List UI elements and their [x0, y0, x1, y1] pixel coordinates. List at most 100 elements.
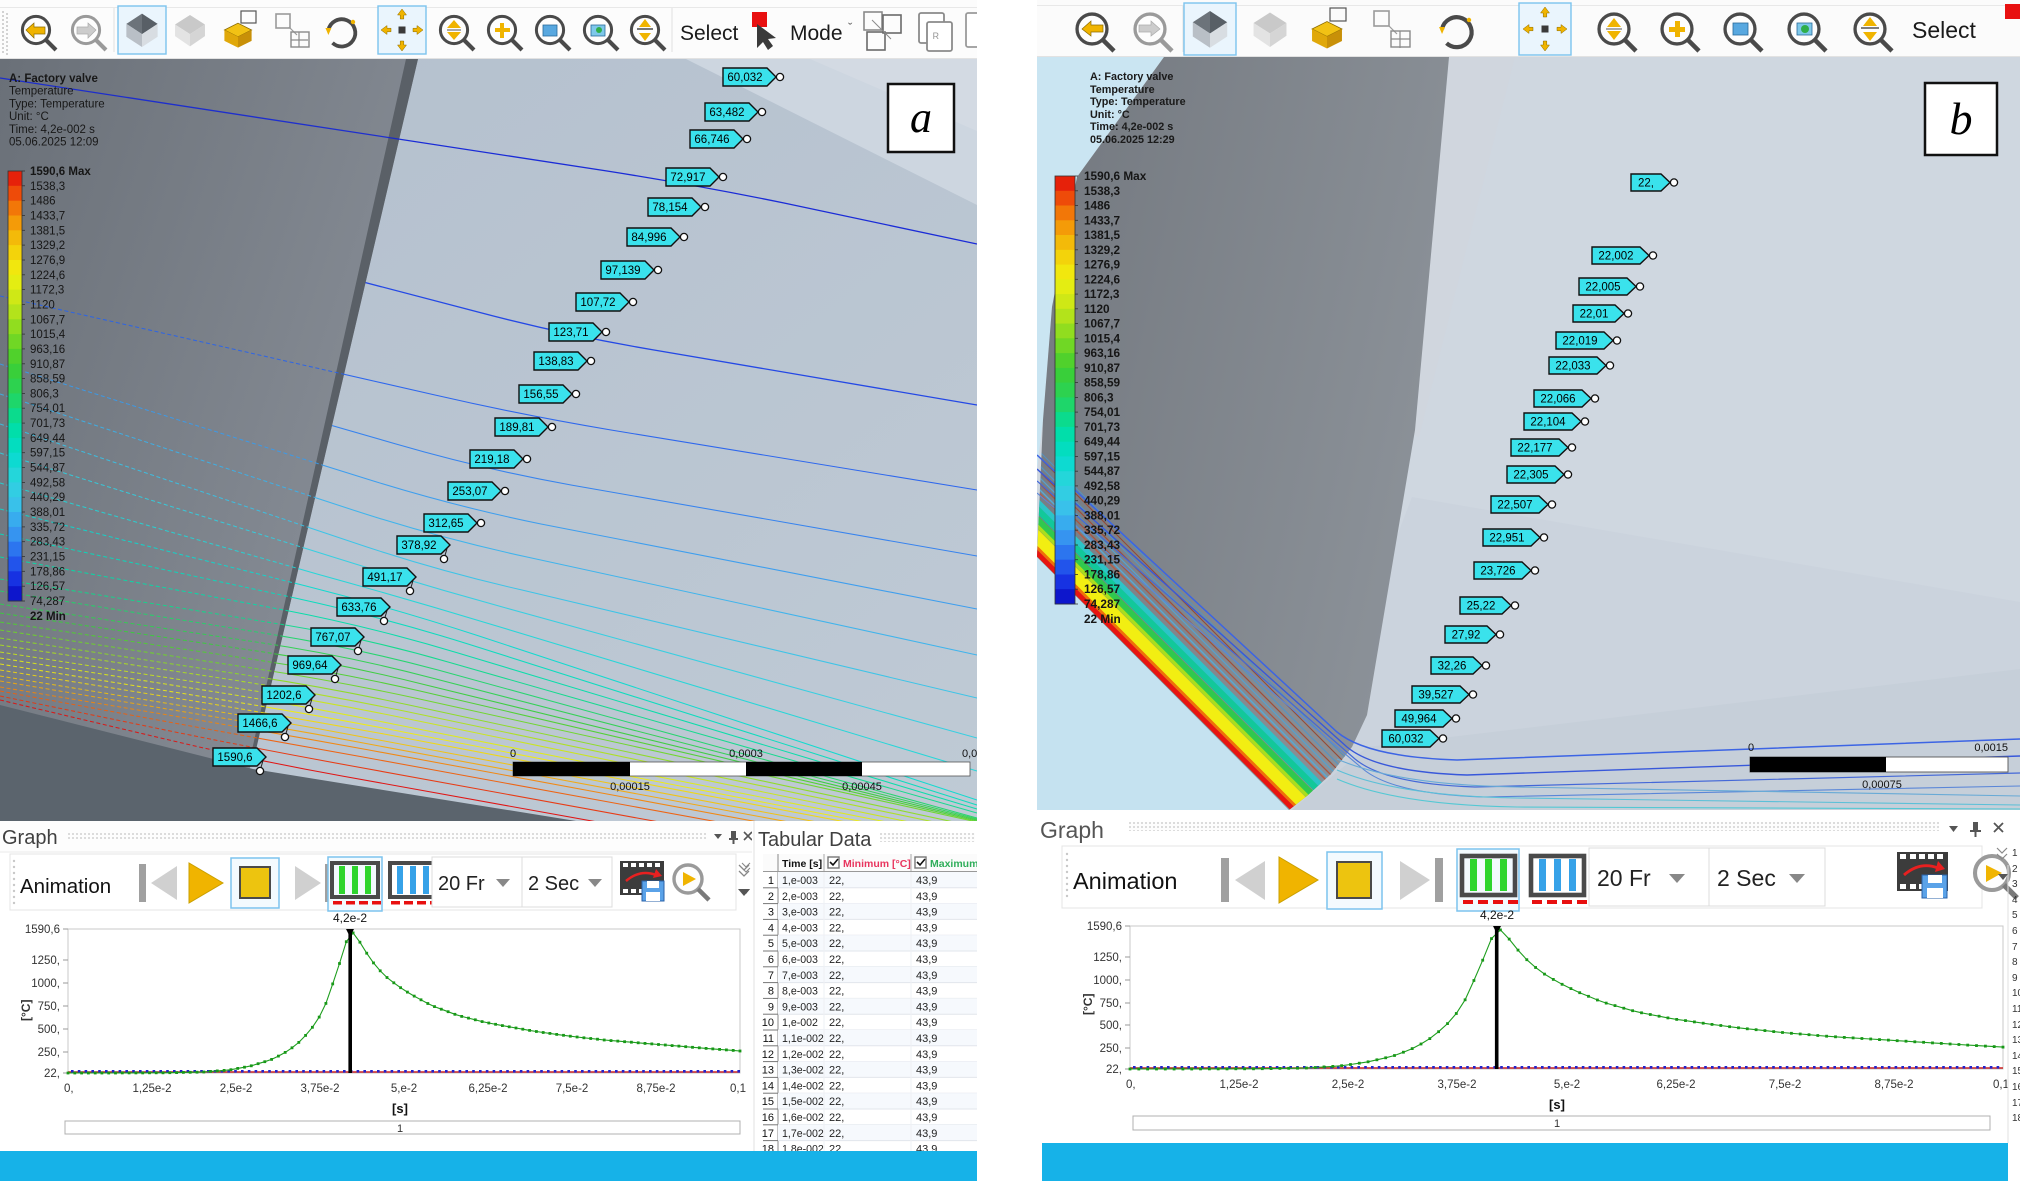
svg-text:544,87: 544,87: [1084, 464, 1121, 478]
svg-text:43,9: 43,9: [916, 1080, 937, 1092]
svg-text:22,507: 22,507: [1497, 500, 1532, 512]
svg-text:4,2e-2: 4,2e-2: [1480, 908, 1514, 922]
svg-text:8,75e-2: 8,75e-2: [636, 1083, 675, 1095]
svg-text:13: 13: [2012, 1035, 2020, 1046]
svg-text:22,002: 22,002: [1598, 251, 1633, 263]
svg-text:72,917: 72,917: [670, 172, 705, 184]
svg-text:2: 2: [2012, 864, 2018, 875]
svg-text:2 Sec: 2 Sec: [1717, 865, 1776, 891]
svg-text:1329,2: 1329,2: [30, 240, 65, 252]
svg-text:1172,3: 1172,3: [30, 285, 64, 297]
svg-text:0: 0: [1748, 742, 1754, 754]
svg-text:1276,9: 1276,9: [30, 255, 65, 267]
svg-text:32,26: 32,26: [1438, 661, 1467, 673]
svg-text:15: 15: [762, 1096, 774, 1108]
svg-text:1000,: 1000,: [1093, 975, 1122, 987]
svg-text:1486: 1486: [1084, 199, 1111, 213]
svg-text:60,032: 60,032: [1388, 734, 1423, 746]
svg-text:43,9: 43,9: [916, 954, 937, 966]
svg-text:1224,6: 1224,6: [30, 270, 65, 282]
svg-text:910,87: 910,87: [1084, 361, 1121, 375]
svg-text:22,: 22,: [829, 1017, 844, 1029]
svg-text:597,15: 597,15: [30, 448, 65, 460]
svg-text:0,0: 0,0: [962, 748, 977, 760]
svg-text:Graph: Graph: [1040, 817, 1104, 843]
svg-text:1: 1: [397, 1123, 403, 1135]
svg-text:Select: Select: [1912, 17, 1977, 43]
svg-text:126,57: 126,57: [30, 581, 65, 593]
svg-text:11: 11: [2012, 1004, 2020, 1015]
svg-text:219,18: 219,18: [474, 454, 509, 466]
svg-text:Type: Temperature: Type: Temperature: [9, 98, 105, 110]
svg-text:0,00075: 0,00075: [1862, 779, 1902, 791]
svg-text:22,951: 22,951: [1489, 533, 1524, 545]
svg-text:78,154: 78,154: [652, 202, 688, 214]
svg-text:43,9: 43,9: [916, 1065, 937, 1077]
svg-text:74,287: 74,287: [30, 596, 65, 608]
svg-text:16: 16: [762, 1112, 774, 1124]
svg-text:156,55: 156,55: [523, 389, 558, 401]
svg-text:1433,7: 1433,7: [30, 211, 65, 223]
svg-text:1590,6: 1590,6: [25, 924, 60, 936]
svg-text:22,: 22,: [829, 1065, 844, 1077]
svg-text:3,75e-2: 3,75e-2: [1437, 1079, 1476, 1091]
svg-text:231,15: 231,15: [30, 552, 65, 564]
svg-text:491,17: 491,17: [367, 572, 402, 584]
svg-text:43,9: 43,9: [916, 938, 937, 950]
svg-text:43,9: 43,9: [916, 1096, 937, 1108]
svg-text:22,: 22,: [1638, 178, 1654, 190]
svg-text:1,2e-002: 1,2e-002: [782, 1049, 824, 1061]
svg-text:0,: 0,: [64, 1083, 74, 1095]
svg-text:500,: 500,: [38, 1024, 60, 1036]
svg-text:22,: 22,: [829, 1128, 844, 1140]
svg-text:597,15: 597,15: [1084, 449, 1121, 463]
svg-text:Mode: Mode: [790, 22, 843, 45]
svg-text:17: 17: [2012, 1098, 2020, 1109]
svg-text:1,7e-002: 1,7e-002: [782, 1128, 824, 1140]
svg-text:66,746: 66,746: [694, 134, 729, 146]
svg-text:1: 1: [1554, 1118, 1560, 1130]
svg-text:22,: 22,: [829, 1033, 844, 1045]
svg-text:0,0015: 0,0015: [1974, 742, 2008, 754]
svg-text:20 Fr: 20 Fr: [438, 873, 485, 895]
svg-text:3: 3: [768, 907, 774, 919]
svg-text:14: 14: [2012, 1051, 2020, 1062]
svg-text:388,01: 388,01: [30, 507, 65, 519]
svg-text:633,76: 633,76: [341, 602, 376, 614]
svg-text:ᴿ: ᴿ: [933, 30, 939, 45]
svg-text:Graph: Graph: [2, 827, 58, 849]
svg-text:12: 12: [762, 1049, 774, 1061]
svg-text:1590,6: 1590,6: [1087, 921, 1122, 933]
svg-text:7,e-003: 7,e-003: [782, 970, 818, 982]
svg-text:754,01: 754,01: [30, 403, 65, 415]
svg-text:1538,3: 1538,3: [1084, 184, 1121, 198]
svg-text:7,5e-2: 7,5e-2: [556, 1083, 589, 1095]
svg-text:22,: 22,: [829, 1112, 844, 1124]
svg-text:12: 12: [2012, 1020, 2020, 1031]
svg-text:2 Sec: 2 Sec: [528, 873, 579, 895]
svg-text:b: b: [1950, 93, 1973, 144]
svg-text:1,e-002: 1,e-002: [782, 1017, 818, 1029]
svg-text:Maximum |: Maximum |: [930, 858, 977, 870]
svg-text:10: 10: [762, 1017, 774, 1029]
svg-text:43,9: 43,9: [916, 922, 937, 934]
svg-text:283,43: 283,43: [1084, 538, 1121, 552]
svg-text:8,e-003: 8,e-003: [782, 986, 818, 998]
svg-text:22,: 22,: [44, 1068, 60, 1080]
svg-text:1329,2: 1329,2: [1084, 243, 1121, 257]
svg-text:43,9: 43,9: [916, 1001, 937, 1013]
svg-text:5,e-2: 5,e-2: [391, 1083, 417, 1095]
svg-text:23,726: 23,726: [1480, 566, 1515, 578]
svg-text:22,: 22,: [829, 922, 844, 934]
svg-text:22,: 22,: [829, 907, 844, 919]
svg-text:335,72: 335,72: [1084, 523, 1121, 537]
svg-text:3,75e-2: 3,75e-2: [300, 1083, 339, 1095]
svg-text:43,9: 43,9: [916, 891, 937, 903]
svg-text:2,e-003: 2,e-003: [782, 891, 818, 903]
svg-text:25,22: 25,22: [1467, 601, 1496, 613]
svg-text:1067,7: 1067,7: [30, 314, 65, 326]
svg-text:22,104: 22,104: [1530, 417, 1566, 429]
svg-text:22,: 22,: [1106, 1064, 1122, 1076]
svg-text:4: 4: [2012, 895, 2018, 906]
svg-text:27,92: 27,92: [1452, 630, 1481, 642]
